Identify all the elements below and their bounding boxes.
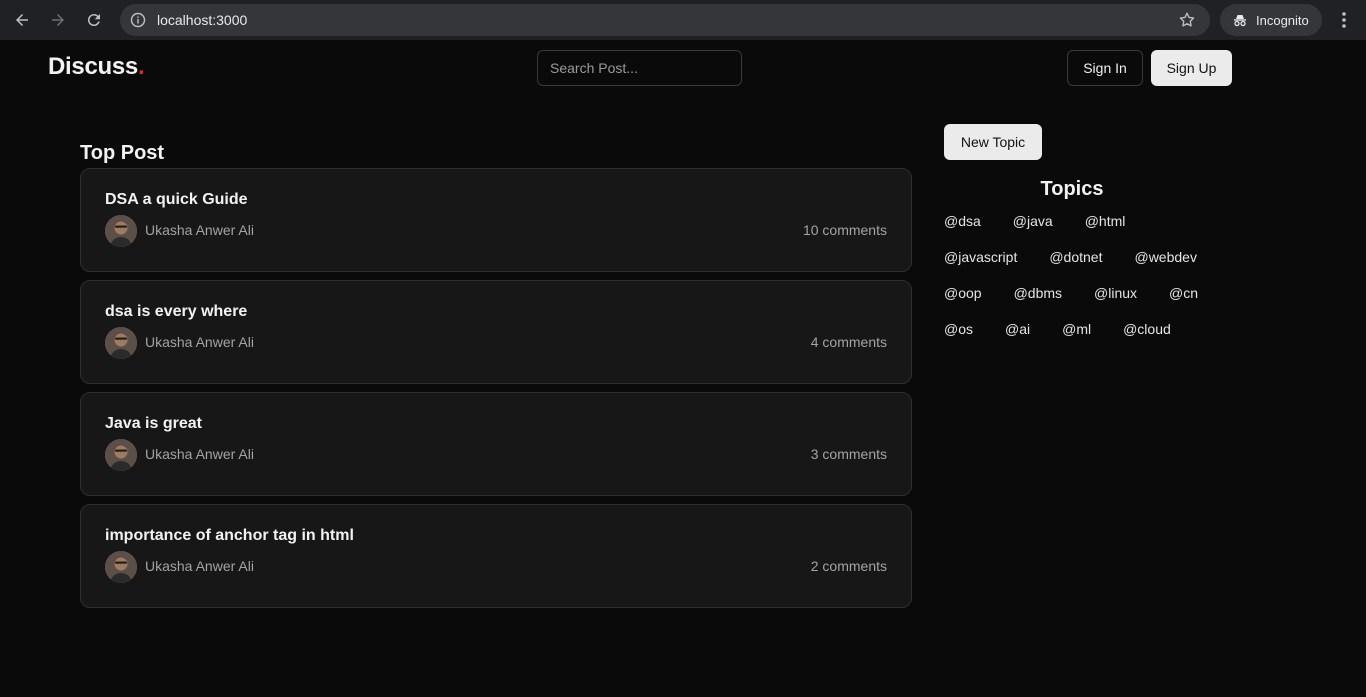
post-list: DSA a quick Guide Ukasha Anwer Ali 10 co… <box>80 168 912 616</box>
avatar <box>105 439 137 471</box>
topics-title: Topics <box>1040 178 1104 200</box>
post-title[interactable]: DSA a quick Guide <box>105 191 248 209</box>
post-title[interactable]: dsa is every where <box>105 303 247 321</box>
topic-tag[interactable]: @cloud <box>1123 320 1171 356</box>
topic-list: @dsa @java @html @javascript @dotnet @we… <box>944 212 1200 356</box>
post-comments: 2 comments <box>810 558 887 574</box>
section-title: Top Post <box>80 142 165 164</box>
topic-tag[interactable]: @ai <box>1005 320 1030 356</box>
site-logo[interactable]: Discuss. <box>48 53 145 81</box>
topic-tag[interactable]: @linux <box>1094 284 1137 320</box>
sign-in-button[interactable]: Sign In <box>1067 50 1143 86</box>
post-title[interactable]: Java is great <box>105 415 202 433</box>
incognito-icon <box>1234 15 1246 27</box>
url-text[interactable]: localhost:3000 <box>157 12 247 28</box>
avatar <box>105 215 137 247</box>
back-icon[interactable] <box>10 8 34 32</box>
topic-tag[interactable]: @os <box>944 320 973 356</box>
post-title[interactable]: importance of anchor tag in html <box>105 527 354 545</box>
browser-toolbar: localhost:3000 Incognito <box>0 0 1366 40</box>
post-card[interactable]: DSA a quick Guide Ukasha Anwer Ali 10 co… <box>80 168 912 272</box>
topic-tag[interactable]: @dbms <box>1014 284 1062 320</box>
topic-tag[interactable]: @oop <box>944 284 982 320</box>
post-card[interactable]: importance of anchor tag in html Ukasha … <box>80 504 912 608</box>
post-comments: 4 comments <box>810 334 887 350</box>
reload-icon[interactable] <box>82 8 106 32</box>
topic-tag[interactable]: @javascript <box>944 248 1017 284</box>
logo-dot: . <box>137 53 145 80</box>
more-vert-icon[interactable] <box>1334 8 1354 32</box>
info-icon[interactable] <box>130 12 146 28</box>
avatar <box>105 551 137 583</box>
topic-tag[interactable]: @ml <box>1062 320 1091 356</box>
post-card[interactable]: dsa is every where Ukasha Anwer Ali 4 co… <box>80 280 912 384</box>
topic-tag[interactable]: @html <box>1085 212 1126 248</box>
new-topic-button[interactable]: New Topic <box>944 124 1042 160</box>
search-input[interactable] <box>537 50 742 86</box>
incognito-label: Incognito <box>1256 13 1309 28</box>
address-bar[interactable]: localhost:3000 <box>120 4 1210 36</box>
topic-tag[interactable]: @java <box>1013 212 1053 248</box>
forward-icon[interactable] <box>46 8 70 32</box>
post-author: Ukasha Anwer Ali <box>145 222 254 238</box>
topic-tag[interactable]: @webdev <box>1134 248 1196 284</box>
post-card[interactable]: Java is great Ukasha Anwer Ali 3 comment… <box>80 392 912 496</box>
incognito-badge[interactable]: Incognito <box>1220 4 1322 36</box>
star-icon[interactable] <box>1178 11 1196 29</box>
post-comments: 3 comments <box>810 446 887 462</box>
sign-up-button[interactable]: Sign Up <box>1151 50 1232 86</box>
avatar <box>105 327 137 359</box>
post-author: Ukasha Anwer Ali <box>145 446 254 462</box>
topic-tag[interactable]: @cn <box>1169 284 1198 320</box>
post-author: Ukasha Anwer Ali <box>145 558 254 574</box>
topic-tag[interactable]: @dsa <box>944 212 981 248</box>
post-comments: 10 comments <box>802 222 887 238</box>
topic-tag[interactable]: @dotnet <box>1049 248 1102 284</box>
post-author: Ukasha Anwer Ali <box>145 334 254 350</box>
